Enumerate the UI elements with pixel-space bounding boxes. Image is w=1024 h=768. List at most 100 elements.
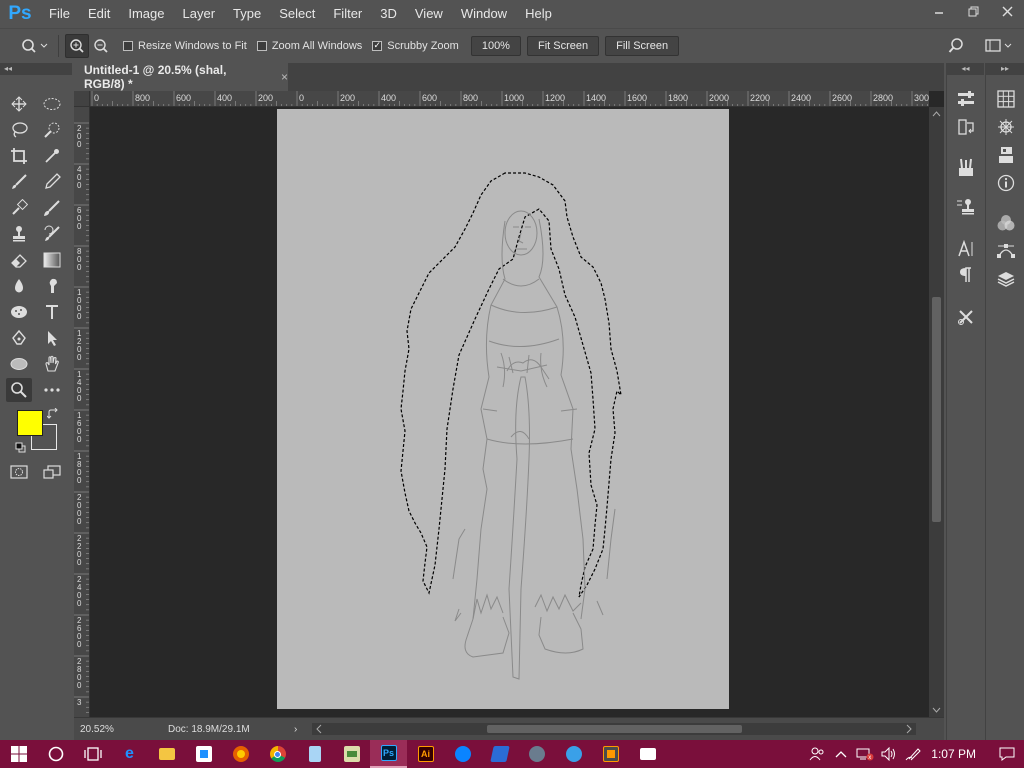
menu-filter[interactable]: Filter [324, 0, 371, 28]
start-button[interactable] [0, 740, 37, 768]
minimize-button[interactable] [922, 0, 956, 22]
document-canvas[interactable] [277, 109, 729, 709]
taskbar-app-sphere[interactable] [555, 740, 592, 768]
zoom-out-button[interactable] [89, 34, 113, 58]
volume-button[interactable] [877, 740, 901, 768]
pencil-tool[interactable] [39, 170, 65, 194]
pen-workspace-button[interactable] [901, 740, 925, 768]
clone-source-panel-button[interactable] [952, 195, 980, 219]
taskbar-clock[interactable]: 1:07 PM [925, 747, 990, 761]
navigator-panel-button[interactable] [992, 115, 1020, 139]
blur-tool[interactable] [6, 274, 32, 298]
properties-panel-button[interactable] [952, 87, 980, 111]
zoom-all-windows-checkbox[interactable]: Zoom All Windows [256, 40, 362, 52]
tool-preset-picker[interactable] [18, 34, 52, 58]
zoom-tool[interactable] [6, 378, 32, 402]
show-hidden-icons-button[interactable] [829, 740, 853, 768]
character-panel-button[interactable] [952, 237, 980, 261]
hand-tool[interactable] [39, 352, 65, 376]
elliptical-marquee-tool[interactable] [39, 92, 65, 116]
ellipse-tool[interactable] [6, 352, 32, 376]
zoom-100-button[interactable]: 100% [470, 35, 521, 56]
paths-panel-button[interactable] [992, 239, 1020, 263]
brushes-panel-button[interactable] [952, 155, 980, 179]
toolbox-collapse-bar[interactable]: ◂◂ [0, 63, 72, 75]
taskbar-firefox-dev[interactable] [444, 740, 481, 768]
type-tool[interactable] [39, 300, 65, 324]
menu-edit[interactable]: Edit [79, 0, 119, 28]
horizontal-scroll-thumb[interactable] [487, 725, 742, 733]
taskbar-photoshop[interactable]: Ps [370, 740, 407, 768]
resize-windows-checkbox[interactable]: Resize Windows to Fit [123, 40, 247, 52]
document-tab[interactable]: Untitled-1 @ 20.5% (shal, RGB/8) * × [74, 63, 288, 91]
status-menu-arrow[interactable]: › [294, 724, 297, 735]
foreground-color-swatch[interactable] [17, 410, 43, 436]
mixer-brush-tool[interactable] [39, 196, 65, 220]
pen-tool[interactable] [6, 326, 32, 350]
info-panel-button[interactable] [992, 171, 1020, 195]
move-tool[interactable] [6, 92, 32, 116]
tool-presets-panel-button[interactable] [952, 305, 980, 329]
taskbar-app-blue[interactable] [481, 740, 518, 768]
task-view-button[interactable] [74, 740, 111, 768]
vertical-scrollbar[interactable] [929, 107, 944, 717]
swatches-panel-button[interactable] [992, 87, 1020, 111]
menu-view[interactable]: View [406, 0, 452, 28]
menu-window[interactable]: Window [452, 0, 516, 28]
taskbar-mail[interactable] [629, 740, 666, 768]
lasso-tool[interactable] [6, 118, 32, 142]
taskbar-file-explorer[interactable] [148, 740, 185, 768]
taskbar-firefox[interactable] [222, 740, 259, 768]
taskbar-chrome[interactable] [259, 740, 296, 768]
people-button[interactable] [805, 740, 829, 768]
horizontal-ruler[interactable]: 0 800 600 400 200 0 200 400 600 800 1000 1200 1400 16… [90, 91, 929, 107]
taskbar-app-globe[interactable] [518, 740, 555, 768]
crop-tool[interactable] [6, 144, 32, 168]
scrubby-zoom-checkbox[interactable]: ✓ Scrubby Zoom [372, 40, 459, 52]
channels-panel-button[interactable] [992, 211, 1020, 235]
taskbar-notepad[interactable] [296, 740, 333, 768]
path-selection-tool[interactable] [39, 326, 65, 350]
history-brush-tool[interactable] [39, 222, 65, 246]
taskbar-store[interactable] [185, 740, 222, 768]
history-panel-button[interactable] [952, 115, 980, 139]
vertical-ruler[interactable]: 200 400 600 800 1000 1200 1400 1600 1800 2000 2200… [74, 107, 90, 717]
clone-stamp-tool[interactable] [6, 222, 32, 246]
quick-selection-tool[interactable] [39, 118, 65, 142]
menu-help[interactable]: Help [516, 0, 561, 28]
vertical-scroll-thumb[interactable] [932, 297, 941, 522]
taskbar-sublime[interactable] [592, 740, 629, 768]
menu-layer[interactable]: Layer [174, 0, 225, 28]
close-tab-icon[interactable]: × [281, 70, 288, 84]
quick-mask-button[interactable] [6, 460, 32, 484]
network-button[interactable]: x [853, 740, 877, 768]
gradient-tool[interactable] [39, 248, 65, 272]
eyedropper-tool[interactable] [39, 144, 65, 168]
workspace-switcher[interactable] [982, 34, 1016, 58]
smudge-tool[interactable] [39, 274, 65, 298]
default-colors-button[interactable] [15, 442, 26, 456]
search-button[interactable] [944, 34, 968, 58]
panel-collapse-bar[interactable]: ◂◂ [947, 63, 984, 75]
zoom-in-button[interactable] [65, 33, 89, 58]
screen-mode-button[interactable] [39, 460, 65, 484]
ruler-origin[interactable] [74, 91, 90, 107]
taskbar-edge[interactable]: e [111, 740, 148, 768]
menu-type[interactable]: Type [224, 0, 270, 28]
eraser-tool[interactable] [6, 248, 32, 272]
healing-brush-tool[interactable] [6, 196, 32, 220]
menu-3d[interactable]: 3D [371, 0, 406, 28]
swap-colors-button[interactable] [46, 407, 59, 423]
restore-button[interactable] [956, 0, 990, 22]
libraries-panel-button[interactable] [992, 143, 1020, 167]
paragraph-panel-button[interactable] [952, 263, 980, 287]
menu-file[interactable]: File [40, 0, 79, 28]
fit-screen-button[interactable]: Fit Screen [526, 35, 600, 56]
taskbar-illustrator[interactable]: Ai [407, 740, 444, 768]
sponge-tool[interactable] [6, 300, 32, 324]
menu-select[interactable]: Select [270, 0, 324, 28]
layers-panel-button[interactable] [992, 267, 1020, 291]
canvas-viewport[interactable] [90, 107, 929, 717]
cortana-button[interactable] [37, 740, 74, 768]
edit-toolbar-button[interactable] [39, 378, 65, 402]
